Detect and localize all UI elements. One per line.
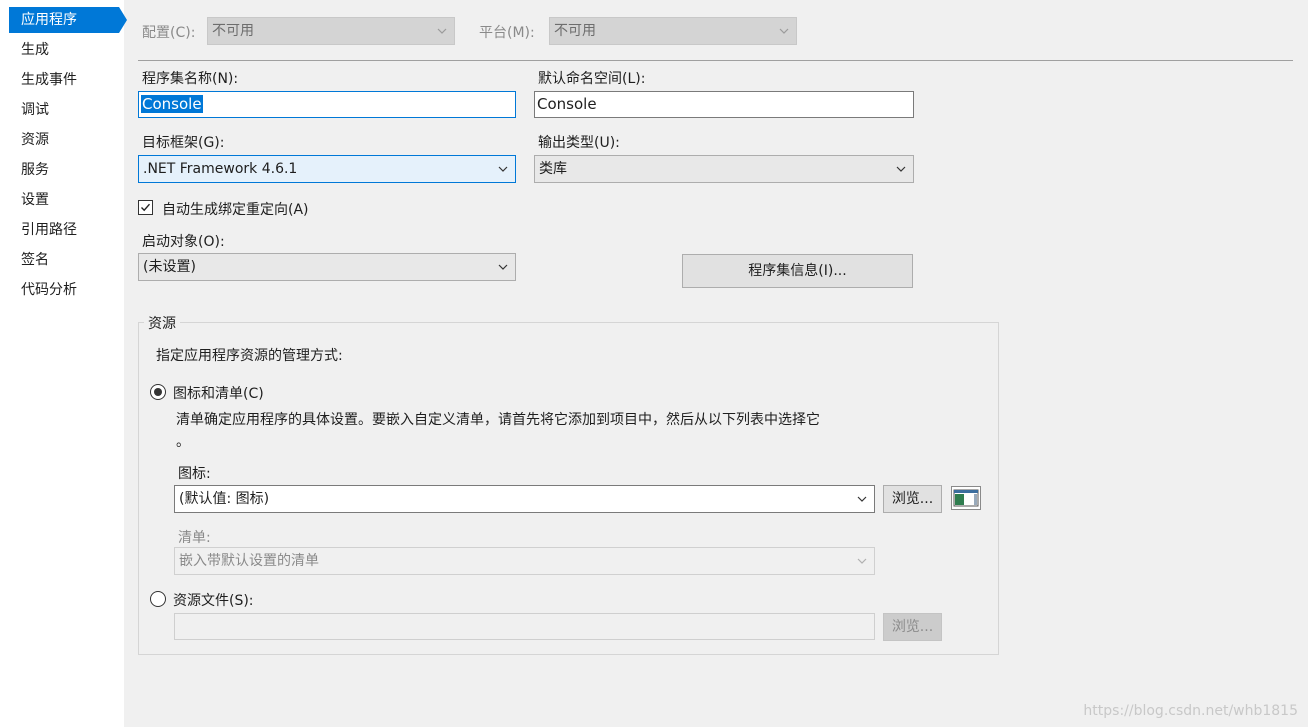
resource-file-browse-button[interactable]: 浏览... [883,613,942,641]
sidebar-item-build-events[interactable]: 生成事件 [9,67,115,93]
resources-group-title: 资源 [144,313,180,333]
resource-file-label[interactable]: 资源文件(S): [173,590,254,610]
icon-label: 图标: [178,466,211,482]
icon-manifest-radio[interactable] [150,384,166,400]
platform-select[interactable]: 不可用 [549,17,797,45]
watermark: https://blog.csdn.net/whb1815 [1083,703,1298,719]
config-select-value: 不可用 [212,23,254,39]
icon-manifest-description-cont: 。 [176,434,190,450]
radio-selected-dot [154,388,162,396]
resources-description: 指定应用程序资源的管理方式: [156,348,343,364]
chevron-down-icon [498,166,508,172]
startup-object-value: (未设置) [143,259,196,275]
sidebar: 应用程序 生成 生成事件 调试 资源 服务 设置 引用路径 签名 代码分析 [0,0,127,727]
manifest-select[interactable]: 嵌入带默认设置的清单 [174,547,875,575]
icon-manifest-description: 清单确定应用程序的具体设置。要嵌入自定义清单，请首先将它添加到项目中，然后从以下… [176,412,820,428]
resource-file-radio[interactable] [150,591,166,607]
sidebar-item-build[interactable]: 生成 [9,37,115,63]
divider [138,60,1293,61]
manifest-label: 清单: [178,530,211,546]
application-icon-preview [951,486,981,510]
chevron-down-icon [857,496,867,502]
chevron-down-icon [857,558,867,564]
sidebar-item-settings[interactable]: 设置 [9,187,115,213]
auto-binding-checkbox[interactable] [138,200,153,215]
default-namespace-input[interactable]: Console [534,91,914,118]
chevron-down-icon [437,28,447,34]
icon-select[interactable]: (默认值: 图标) [174,485,875,513]
target-framework-select[interactable]: .NET Framework 4.6.1 [138,155,516,183]
chevron-down-icon [896,166,906,172]
auto-binding-label[interactable]: 自动生成绑定重定向(A) [162,199,309,219]
chevron-down-icon [779,28,789,34]
default-namespace-value: Console [537,95,597,113]
default-namespace-label: 默认命名空间(L): [538,71,646,87]
output-type-value: 类库 [539,161,567,177]
platform-select-value: 不可用 [554,23,596,39]
target-framework-value: .NET Framework 4.6.1 [143,161,298,177]
output-type-label: 输出类型(U): [538,135,620,151]
assembly-name-value: Console [141,95,203,113]
assembly-info-button[interactable]: 程序集信息(I)... [682,254,913,288]
sidebar-item-debug[interactable]: 调试 [9,97,115,123]
resource-file-input[interactable] [174,613,875,640]
startup-object-label: 启动对象(O): [142,234,225,250]
sidebar-item-signing[interactable]: 签名 [9,247,115,273]
sidebar-item-resources[interactable]: 资源 [9,127,115,153]
target-framework-label: 目标框架(G): [142,135,225,151]
icon-browse-button[interactable]: 浏览... [883,485,942,513]
icon-manifest-label[interactable]: 图标和清单(C) [173,383,264,403]
window-icon [953,489,979,507]
config-select[interactable]: 不可用 [207,17,455,45]
config-label: 配置(C): [142,25,196,41]
startup-object-select[interactable]: (未设置) [138,253,516,281]
assembly-name-label: 程序集名称(N): [142,71,239,87]
icon-select-value: (默认值: 图标) [179,491,270,507]
sidebar-item-application[interactable]: 应用程序 [9,7,127,33]
output-type-select[interactable]: 类库 [534,155,914,183]
sidebar-item-services[interactable]: 服务 [9,157,115,183]
platform-label: 平台(M): [479,25,535,41]
manifest-select-value: 嵌入带默认设置的清单 [179,553,319,569]
assembly-name-input[interactable]: Console [138,91,516,118]
checkmark-icon [141,203,151,212]
sidebar-item-code-analysis[interactable]: 代码分析 [9,277,115,303]
sidebar-item-reference-paths[interactable]: 引用路径 [9,217,115,243]
chevron-down-icon [498,264,508,270]
